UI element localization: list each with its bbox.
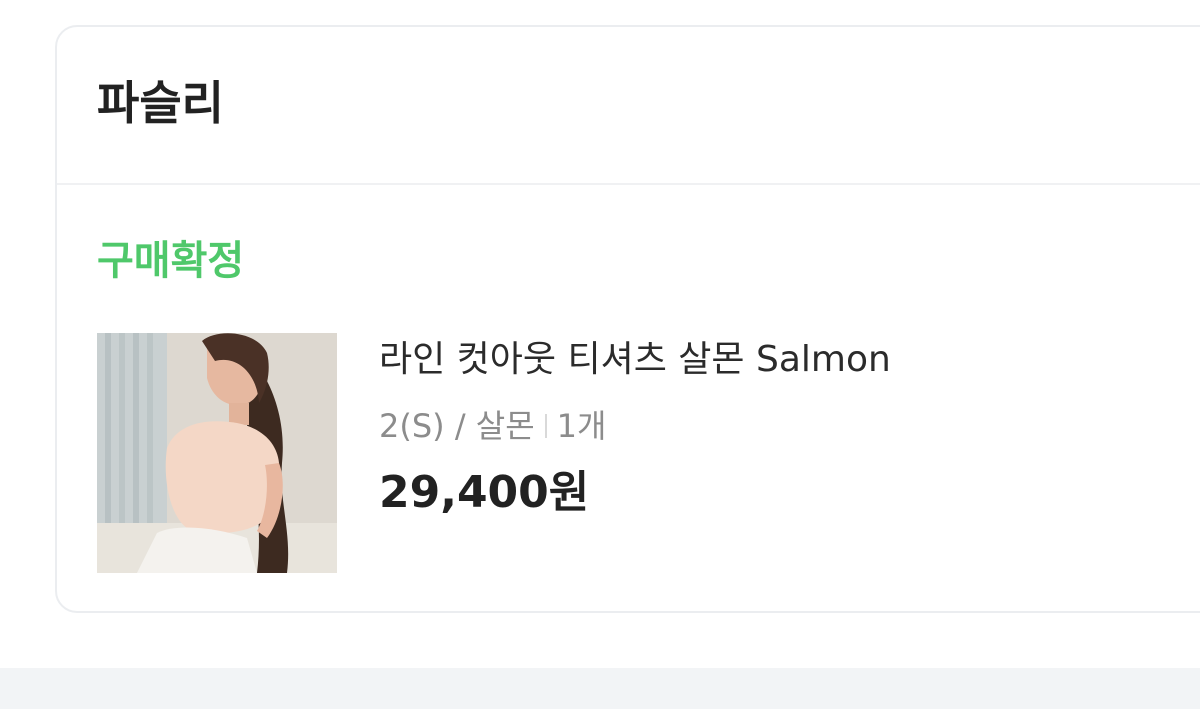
product-option-line: 2(S) / 살몬 1개 — [379, 405, 606, 447]
product-photo — [97, 333, 337, 573]
order-card[interactable]: 파슬리 구매확정 라인 컷아웃 티셔츠 살몬 Salmon 2(S) / 살몬 … — [55, 25, 1200, 613]
product-price: 29,400원 — [379, 467, 590, 518]
section-divider-band — [0, 668, 1200, 709]
option-divider — [544, 414, 547, 438]
order-status-label: 구매확정 — [97, 238, 245, 284]
order-page: 파슬리 구매확정 라인 컷아웃 티셔츠 살몬 Salmon 2(S) / 살몬 … — [0, 0, 1200, 709]
product-quantity: 1개 — [556, 407, 607, 445]
product-image[interactable] — [97, 333, 337, 573]
seller-header[interactable]: 파슬리 — [57, 27, 1200, 185]
seller-name[interactable]: 파슬리 — [97, 75, 224, 131]
product-option-value: 2(S) / 살몬 — [379, 407, 535, 445]
product-name-link[interactable]: 라인 컷아웃 티셔츠 살몬 Salmon — [379, 337, 891, 383]
